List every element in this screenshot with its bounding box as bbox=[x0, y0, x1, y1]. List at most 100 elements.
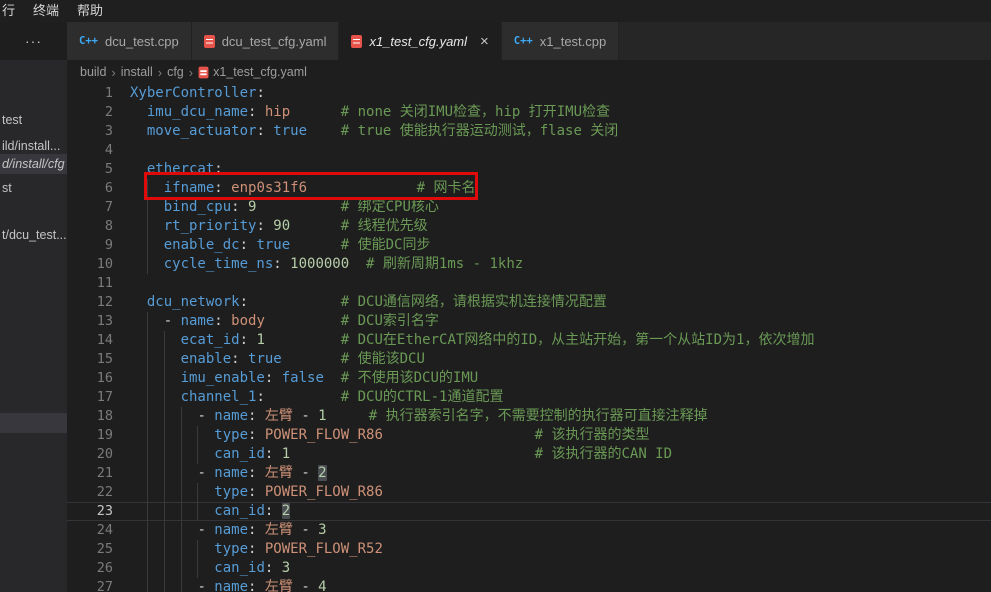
yaml-file-icon bbox=[199, 66, 209, 78]
indent-guide bbox=[164, 350, 165, 369]
indent-guide bbox=[147, 369, 148, 388]
indent-guide bbox=[181, 578, 182, 592]
indent-guide bbox=[197, 559, 198, 578]
code-line: 7 bind_cpu: 9 # 绑定CPU核心 bbox=[67, 198, 991, 217]
line-number: 3 bbox=[67, 122, 113, 141]
breadcrumb-segment[interactable]: cfg bbox=[167, 65, 184, 79]
line-number: 7 bbox=[67, 198, 113, 217]
code-line: 19 type: POWER_FLOW_R86 # 该执行器的类型 bbox=[67, 426, 991, 445]
code-line: 5 ethercat: bbox=[67, 160, 991, 179]
ellipsis-icon: ··· bbox=[25, 33, 42, 49]
line-text[interactable]: type: POWER_FLOW_R86 # 该执行器的类型 bbox=[130, 426, 991, 445]
line-text[interactable]: enable: true # 使能该DCU bbox=[130, 350, 991, 369]
close-icon[interactable]: × bbox=[480, 34, 489, 49]
code-area[interactable]: 1XyberController:2 imu_dcu_name: hip # n… bbox=[67, 84, 991, 592]
code-line: 2 imu_dcu_name: hip # none 关闭IMU检查，hip 打… bbox=[67, 103, 991, 122]
sidebar-item[interactable] bbox=[0, 413, 67, 433]
sidebar-item[interactable]: d/install/cfg bbox=[0, 154, 67, 174]
line-text[interactable]: type: POWER_FLOW_R52 bbox=[130, 540, 991, 559]
sidebar-item[interactable]: st bbox=[0, 178, 67, 198]
line-text[interactable]: bind_cpu: 9 # 绑定CPU核心 bbox=[130, 198, 991, 217]
sidebar: test ild/install...d/install/cfg st t/dcu_t… bbox=[0, 22, 67, 592]
editor-pane: build›install›cfg›x1_test_cfg.yaml 1Xybe… bbox=[67, 60, 991, 592]
line-number: 11 bbox=[67, 274, 113, 293]
line-number: 13 bbox=[67, 312, 113, 331]
tab-dcu_test.cpp[interactable]: C++dcu_test.cpp bbox=[67, 22, 192, 60]
line-text[interactable]: type: POWER_FLOW_R86 bbox=[130, 483, 991, 502]
indent-guide bbox=[181, 464, 182, 483]
indent-guide bbox=[164, 426, 165, 445]
breadcrumb-segment[interactable]: install bbox=[121, 65, 153, 79]
line-text[interactable]: - name: 左臂 - 3 bbox=[130, 521, 991, 540]
cpp-file-icon: C++ bbox=[79, 35, 98, 47]
code-line: 25 type: POWER_FLOW_R52 bbox=[67, 540, 991, 559]
line-number: 24 bbox=[67, 521, 113, 540]
line-text[interactable]: ethercat: bbox=[130, 160, 991, 179]
line-text[interactable]: - name: 左臂 - 1 # 执行器索引名字，不需要控制的执行器可直接注释掉 bbox=[130, 407, 991, 426]
line-text[interactable]: can_id: 2 bbox=[130, 502, 991, 521]
breadcrumb-segment[interactable]: build bbox=[80, 65, 106, 79]
code-line: 12 dcu_network: # DCU通信网络，请根据实机连接情况配置 bbox=[67, 293, 991, 312]
line-number: 12 bbox=[67, 293, 113, 312]
sidebar-item[interactable]: test bbox=[0, 110, 67, 130]
line-text[interactable]: imu_dcu_name: hip # none 关闭IMU检查，hip 打开I… bbox=[130, 103, 991, 122]
line-text[interactable]: cycle_time_ns: 1000000 # 刷新周期1ms - 1khz bbox=[130, 255, 991, 274]
indent-guide bbox=[147, 179, 148, 198]
code-line: 14 ecat_id: 1 # DCU在EtherCAT网络中的ID，从主站开始… bbox=[67, 331, 991, 350]
line-text[interactable]: - name: 左臂 - 4 bbox=[130, 578, 991, 592]
tab-dcu_test_cfg.yaml[interactable]: dcu_test_cfg.yaml bbox=[192, 22, 340, 60]
code-line: 24 - name: 左臂 - 3 bbox=[67, 521, 991, 540]
indent-guide bbox=[181, 445, 182, 464]
tab-x1_test_cfg.yaml[interactable]: x1_test_cfg.yaml× bbox=[339, 22, 501, 60]
indent-guide bbox=[147, 255, 148, 274]
yaml-file-icon bbox=[204, 35, 215, 48]
line-text[interactable]: - name: body # DCU索引名字 bbox=[130, 312, 991, 331]
line-number: 18 bbox=[67, 407, 113, 426]
menu-item-帮助[interactable]: 帮助 bbox=[68, 0, 112, 22]
line-text[interactable]: move_actuator: true # true 使能执行器运动测试，fla… bbox=[130, 122, 991, 141]
tab-x1_test.cpp[interactable]: C++x1_test.cpp bbox=[502, 22, 619, 60]
indent-guide bbox=[164, 407, 165, 426]
line-number: 27 bbox=[67, 578, 113, 592]
indent-guide bbox=[164, 464, 165, 483]
line-number: 2 bbox=[67, 103, 113, 122]
line-text[interactable]: rt_priority: 90 # 线程优先级 bbox=[130, 217, 991, 236]
line-text[interactable]: can_id: 1 # 该执行器的CAN ID bbox=[130, 445, 991, 464]
line-text[interactable]: can_id: 3 bbox=[130, 559, 991, 578]
line-number: 25 bbox=[67, 540, 113, 559]
indent-guide bbox=[147, 464, 148, 483]
indent-guide bbox=[147, 521, 148, 540]
line-text[interactable]: ecat_id: 1 # DCU在EtherCAT网络中的ID，从主站开始，第一… bbox=[130, 331, 991, 350]
chevron-right-icon: › bbox=[157, 65, 163, 80]
tab-overflow-button[interactable]: ··· bbox=[0, 22, 67, 60]
indent-guide bbox=[164, 369, 165, 388]
line-text[interactable]: enable_dc: true # 使能DC同步 bbox=[130, 236, 991, 255]
line-text[interactable]: dcu_network: # DCU通信网络，请根据实机连接情况配置 bbox=[130, 293, 991, 312]
indent-guide bbox=[147, 312, 148, 331]
indent-guide bbox=[147, 426, 148, 445]
indent-guide bbox=[164, 521, 165, 540]
indent-guide bbox=[147, 578, 148, 592]
line-text[interactable]: - name: 左臂 - 2 bbox=[130, 464, 991, 483]
tab-label: x1_test.cpp bbox=[540, 34, 607, 49]
sidebar-item[interactable]: t/dcu_test... bbox=[0, 225, 67, 245]
line-number: 26 bbox=[67, 559, 113, 578]
sidebar-item-list: test ild/install...d/install/cfg st t/dcu_t… bbox=[0, 60, 67, 592]
code-line: 9 enable_dc: true # 使能DC同步 bbox=[67, 236, 991, 255]
line-text[interactable]: channel_1: # DCU的CTRL-1通道配置 bbox=[130, 388, 991, 407]
menu-item-终端[interactable]: 终端 bbox=[24, 0, 68, 22]
indent-guide bbox=[147, 407, 148, 426]
indent-guide bbox=[181, 521, 182, 540]
line-number: 8 bbox=[67, 217, 113, 236]
indent-guide bbox=[181, 483, 182, 502]
line-text[interactable]: XyberController: bbox=[130, 84, 991, 103]
code-line: 8 rt_priority: 90 # 线程优先级 bbox=[67, 217, 991, 236]
indent-guide bbox=[164, 559, 165, 578]
menu-item-行[interactable]: 行 bbox=[0, 0, 24, 22]
line-text[interactable]: ifname: enp0s31f6 # 网卡名 bbox=[130, 179, 991, 198]
sidebar-item[interactable]: ild/install... bbox=[0, 136, 67, 156]
breadcrumb-file[interactable]: x1_test_cfg.yaml bbox=[213, 65, 307, 79]
indent-guide bbox=[147, 388, 148, 407]
line-text[interactable]: imu_enable: false # 不使用该DCU的IMU bbox=[130, 369, 991, 388]
code-line: 22 type: POWER_FLOW_R86 bbox=[67, 483, 991, 502]
